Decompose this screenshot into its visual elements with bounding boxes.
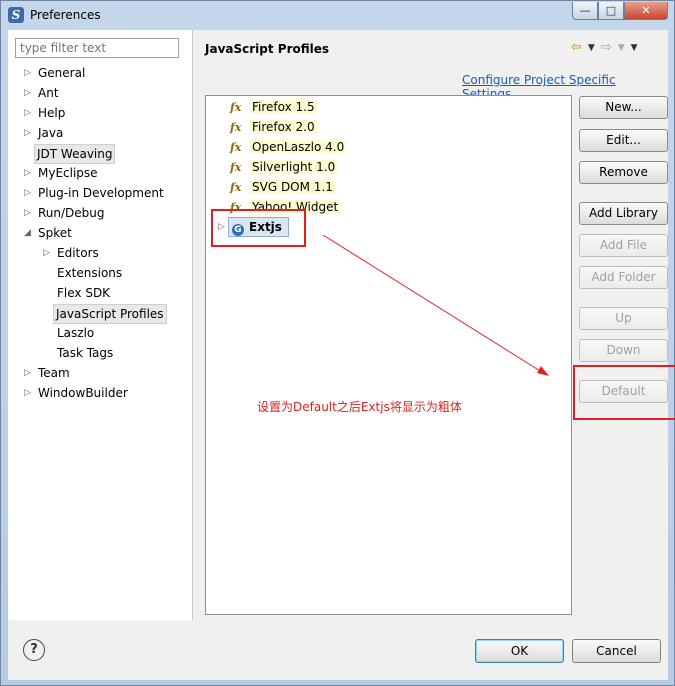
add-folder-button[interactable]: Add Folder — [579, 266, 668, 289]
tree-item-extensions[interactable]: Extensions — [8, 263, 192, 283]
tree-item-ant[interactable]: ▷ Ant — [8, 83, 192, 103]
profile-label: Silverlight 1.0 — [250, 160, 338, 174]
preferences-tree: ▷ General ▷ Ant ▷ Help ▷ Java JDT Weaving ▷ M… — [8, 63, 192, 403]
profile-item[interactable]: fx SVG DOM 1.1 — [230, 177, 335, 197]
dialog-client: ▷ General ▷ Ant ▷ Help ▷ Java JDT Weaving ▷ M… — [8, 30, 675, 680]
tree-item-label: Plug-in Development — [38, 186, 164, 200]
view-menu-icon[interactable]: ▼ — [631, 43, 638, 53]
tree-item-general[interactable]: ▷ General — [8, 63, 192, 83]
profile-label: Firefox 2.0 — [250, 120, 317, 134]
collapse-arrow-icon[interactable]: ◢ — [24, 223, 34, 243]
profile-label: SVG DOM 1.1 — [250, 180, 335, 194]
preferences-window: S Preferences — □ ✕ ▷ General ▷ Ant ▷ Help … — [0, 0, 675, 686]
cancel-button[interactable]: Cancel — [572, 639, 661, 663]
tree-item-jdt-weaving[interactable]: JDT Weaving — [8, 143, 192, 164]
tree-item-plugin-development[interactable]: ▷ Plug-in Development — [8, 183, 192, 203]
profile-label: Firefox 1.5 — [250, 100, 317, 114]
tree-item-label: Laszlo — [57, 326, 95, 340]
page-title: JavaScript Profiles — [205, 42, 330, 56]
profile-item[interactable]: fx OpenLaszlo 4.0 — [230, 137, 347, 157]
tree-item-label: Editors — [57, 246, 99, 260]
expand-arrow-icon[interactable]: ▷ — [24, 103, 34, 123]
tree-item-label: Java — [38, 126, 64, 140]
window-title: Preferences — [30, 8, 101, 22]
back-history-dropdown-icon[interactable]: ▼ — [588, 43, 595, 53]
expand-arrow-icon[interactable]: ▷ — [43, 243, 53, 263]
add-file-button[interactable]: Add File — [579, 234, 668, 257]
maximize-button[interactable]: □ — [598, 2, 624, 20]
dialog-footer: ? OK Cancel — [8, 620, 668, 680]
tree-item-label: JavaScript Profiles — [53, 304, 167, 324]
expand-arrow-icon[interactable]: ▷ — [24, 363, 34, 383]
expand-arrow-icon[interactable]: ▷ — [24, 83, 34, 103]
function-icon: fx — [230, 161, 242, 174]
edit-button[interactable]: Edit... — [579, 129, 668, 152]
tree-item-label: Ant — [38, 86, 59, 100]
page-navigation: ⇦ ▼ ⇨ ▼ ▼ — [571, 40, 638, 55]
tree-item-help[interactable]: ▷ Help — [8, 103, 192, 123]
function-icon: fx — [230, 121, 242, 134]
tree-item-label: General — [38, 66, 86, 80]
filter-input[interactable] — [15, 38, 179, 58]
remove-button[interactable]: Remove — [579, 161, 668, 184]
profile-item[interactable]: fx Firefox 2.0 — [230, 117, 317, 137]
tree-item-windowbuilder[interactable]: ▷ WindowBuilder — [8, 383, 192, 403]
annotation-note: 设置为Default之后Extjs将显示为粗体 — [257, 400, 462, 414]
expand-arrow-icon[interactable]: ▷ — [24, 163, 34, 183]
tree-item-label: Run/Debug — [38, 206, 105, 220]
tree-item-label: WindowBuilder — [38, 386, 128, 400]
add-library-button[interactable]: Add Library — [579, 202, 668, 225]
profile-item[interactable]: fx Silverlight 1.0 — [230, 157, 338, 177]
expand-arrow-icon[interactable]: ▷ — [24, 383, 34, 403]
new-button[interactable]: New... — [579, 96, 668, 119]
expand-arrow-icon[interactable]: ▷ — [24, 203, 34, 223]
tree-item-myeclipse[interactable]: ▷ MyEclipse — [8, 163, 192, 183]
expand-arrow-icon[interactable]: ▷ — [24, 63, 34, 83]
tree-item-flex-sdk[interactable]: Flex SDK — [8, 283, 192, 303]
ok-button[interactable]: OK — [475, 639, 564, 663]
tree-item-label: Task Tags — [57, 346, 114, 360]
tree-item-team[interactable]: ▷ Team — [8, 363, 192, 383]
down-button[interactable]: Down — [579, 339, 668, 362]
tree-item-javascript-profiles[interactable]: JavaScript Profiles — [8, 303, 192, 324]
tree-item-label: Extensions — [57, 266, 123, 280]
minimize-button[interactable]: — — [572, 2, 598, 20]
tree-item-label: Flex SDK — [57, 286, 111, 300]
tree-item-label: Team — [38, 366, 70, 380]
tree-item-task-tags[interactable]: Task Tags — [8, 343, 192, 363]
forward-history-dropdown-icon[interactable]: ▼ — [618, 43, 625, 53]
function-icon: fx — [230, 101, 242, 114]
preferences-tree-panel: ▷ General ▷ Ant ▷ Help ▷ Java JDT Weaving ▷ M… — [8, 30, 193, 620]
tree-item-java[interactable]: ▷ Java — [8, 123, 192, 143]
title-bar: S Preferences — □ ✕ — [1, 1, 674, 29]
highlight-box — [211, 209, 306, 247]
back-arrow-icon[interactable]: ⇦ — [571, 40, 582, 55]
function-icon: fx — [230, 141, 242, 154]
profile-label: OpenLaszlo 4.0 — [250, 140, 347, 154]
tree-item-label: Spket — [38, 226, 72, 240]
expand-arrow-icon[interactable]: ▷ — [24, 123, 34, 143]
tree-item-run-debug[interactable]: ▷ Run/Debug — [8, 203, 192, 223]
tree-item-label: Help — [38, 106, 66, 120]
profiles-list[interactable]: fx Firefox 1.5 fx Firefox 2.0 fx OpenLaszlo… — [205, 95, 572, 615]
up-button[interactable]: Up — [579, 307, 668, 330]
expand-arrow-icon[interactable]: ▷ — [24, 183, 34, 203]
highlight-box — [573, 365, 675, 420]
tree-item-editors[interactable]: ▷ Editors — [8, 243, 192, 263]
preference-page: JavaScript Profiles ⇦ ▼ ⇨ ▼ ▼ Configure … — [193, 30, 675, 620]
tree-item-label: JDT Weaving — [34, 144, 116, 164]
spket-app-icon: S — [8, 7, 24, 23]
forward-arrow-icon[interactable]: ⇨ — [601, 40, 612, 55]
tree-item-laszlo[interactable]: Laszlo — [8, 323, 192, 343]
close-button[interactable]: ✕ — [624, 2, 668, 20]
tree-item-label: MyEclipse — [38, 166, 98, 180]
function-icon: fx — [230, 181, 242, 194]
tree-item-spket[interactable]: ◢ Spket — [8, 223, 192, 243]
window-controls: — □ ✕ — [572, 2, 668, 20]
profile-item[interactable]: fx Firefox 1.5 — [230, 97, 317, 117]
help-icon[interactable]: ? — [23, 639, 45, 661]
